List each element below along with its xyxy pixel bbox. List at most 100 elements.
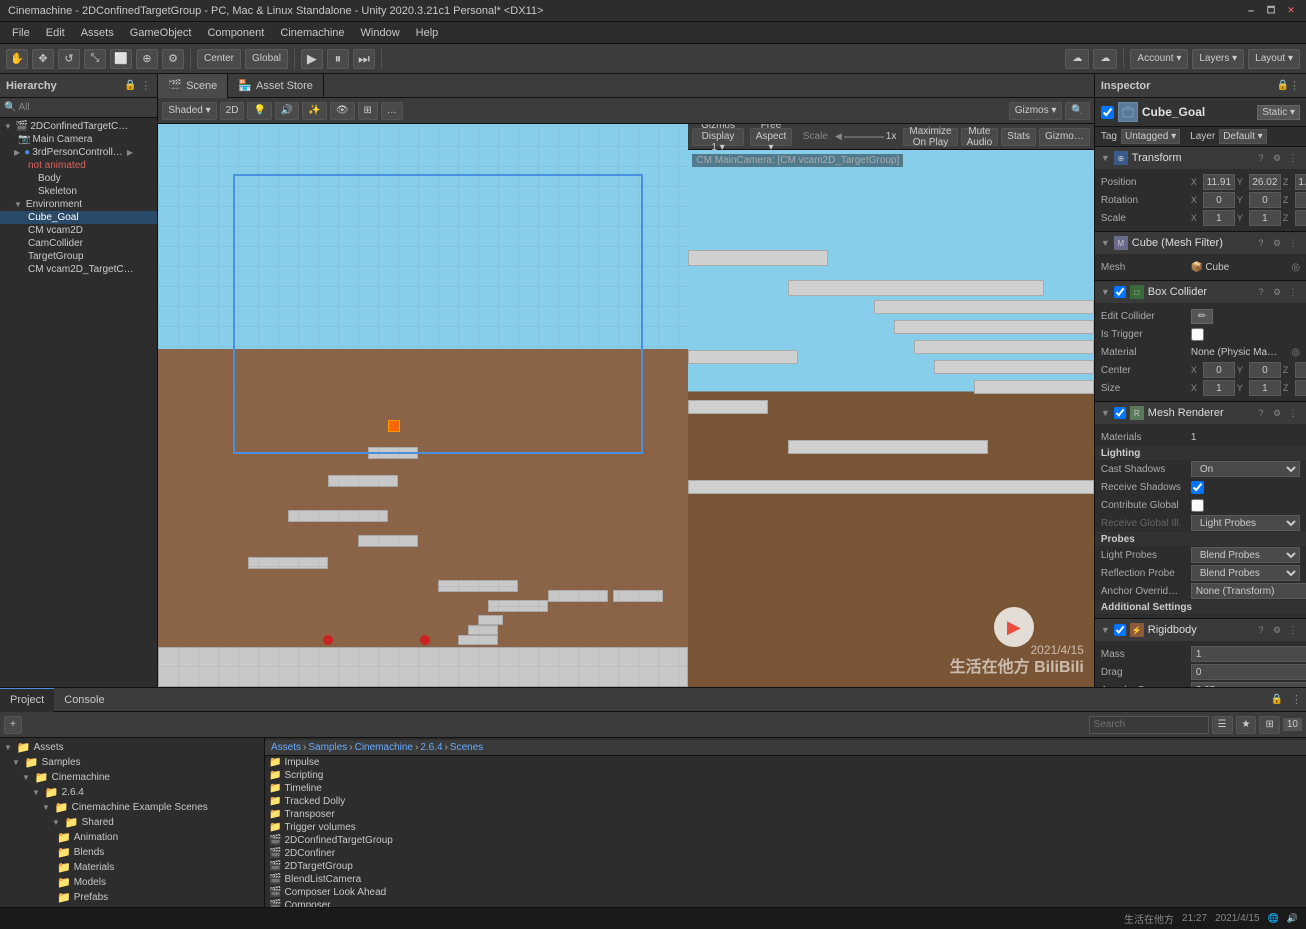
hierarchy-item-environment[interactable]: ▼ Environment	[0, 198, 157, 211]
menu-file[interactable]: File	[4, 22, 38, 44]
hand-tool[interactable]: ✋	[6, 49, 28, 69]
asset-scripts[interactable]: 📁 Scripts	[0, 905, 264, 907]
rigidbody-settings[interactable]: ⚙	[1270, 623, 1284, 637]
box-collider-checkbox[interactable]	[1114, 286, 1126, 298]
file-blend-list-camera[interactable]: 🎬 BlendListCamera	[265, 873, 1306, 886]
mass-input[interactable]	[1191, 646, 1306, 662]
rot-x-input[interactable]	[1203, 192, 1235, 208]
asset-materials[interactable]: 📁 Materials	[0, 860, 264, 875]
transform-more-btn[interactable]: ⋮	[1286, 151, 1300, 165]
rigidbody-help[interactable]: ?	[1254, 623, 1268, 637]
gizmos-game-btn[interactable]: Gizmo…	[1039, 128, 1090, 146]
hierarchy-item-cubegoal[interactable]: Cube_Goal	[0, 211, 157, 224]
scene-fx-btn[interactable]: ✨	[302, 102, 326, 120]
shaded-dropdown[interactable]: Shaded ▾	[162, 102, 216, 120]
hierarchy-item-3rdperson[interactable]: ▶ ● 3rdPersonControll… ▶	[0, 146, 157, 159]
step-button[interactable]: ⏭	[353, 49, 375, 69]
asset-blends[interactable]: 📁 Blends	[0, 845, 264, 860]
breadcrumb-cinemachine[interactable]: Cinemachine	[355, 742, 413, 753]
pos-z-input[interactable]	[1295, 174, 1306, 190]
mesh-pick-btn[interactable]: ◎	[1291, 262, 1300, 273]
stats-btn[interactable]: Stats	[1001, 128, 1036, 146]
mesh-filter-settings[interactable]: ⚙	[1270, 236, 1284, 250]
asset-models[interactable]: 📁 Models	[0, 875, 264, 890]
file-tracked-dolly[interactable]: 📁 Tracked Dolly	[265, 795, 1306, 808]
file-2dconfined-target-group[interactable]: 🎬 2DConfinedTargetGroup	[265, 834, 1306, 847]
play-button[interactable]: ▶	[301, 49, 323, 69]
center-button[interactable]: Center	[197, 49, 241, 69]
cast-shadows-dropdown[interactable]: OnOffTwo Sided	[1191, 461, 1300, 477]
rot-y-input[interactable]	[1249, 192, 1281, 208]
rigidbody-more[interactable]: ⋮	[1286, 623, 1300, 637]
hierarchy-item-camcollider[interactable]: CamCollider	[0, 237, 157, 250]
cloud-button[interactable]: ☁	[1093, 49, 1117, 69]
menu-cinemachine[interactable]: Cinemachine	[272, 22, 352, 44]
receive-global-dropdown[interactable]: Light Probes	[1191, 515, 1300, 531]
asset-cinemachine[interactable]: ▼ 📁 Cinemachine	[0, 770, 264, 785]
scene-hidden-btn[interactable]: 👁	[330, 102, 355, 120]
file-impulse[interactable]: 📁 Impulse	[265, 756, 1306, 769]
search-save-btn[interactable]: ⊞	[1259, 716, 1279, 734]
file-scripting[interactable]: 📁 Scripting	[265, 769, 1306, 782]
pos-x-input[interactable]	[1203, 174, 1235, 190]
custom-tool[interactable]: ⚙	[162, 49, 184, 69]
account-button[interactable]: Account ▾	[1130, 49, 1188, 69]
hierarchy-item-cmvcam2d[interactable]: CM vcam2D	[0, 224, 157, 237]
collab-button[interactable]: ☁	[1065, 49, 1089, 69]
search-input[interactable]	[1089, 716, 1209, 734]
close-button[interactable]: ✕	[1284, 4, 1298, 18]
layout-button[interactable]: Layout ▾	[1248, 49, 1300, 69]
video-play-icon[interactable]: ▶	[994, 607, 1034, 647]
angular-drag-input[interactable]	[1191, 682, 1306, 687]
box-collider-more[interactable]: ⋮	[1286, 285, 1300, 299]
cx-input[interactable]	[1203, 362, 1235, 378]
rot-z-input[interactable]	[1295, 192, 1306, 208]
file-transposer[interactable]: 📁 Transposer	[265, 808, 1306, 821]
hierarchy-item-targetgroup[interactable]: TargetGroup	[0, 250, 157, 263]
global-button[interactable]: Global	[245, 49, 288, 69]
sx-input[interactable]	[1203, 380, 1235, 396]
file-composer-look-ahead[interactable]: 🎬 Composer Look Ahead	[265, 886, 1306, 899]
scene-grid-btn[interactable]: ⊞	[358, 102, 378, 120]
tab-asset-store[interactable]: 🏪 Asset Store	[228, 74, 324, 98]
pause-button[interactable]: ⏸	[327, 49, 349, 69]
volume-icon[interactable]: 🔊	[1287, 913, 1298, 924]
maximize-button[interactable]: 🗖	[1264, 4, 1278, 18]
menu-component[interactable]: Component	[199, 22, 272, 44]
panel-more-icon[interactable]: ⋮	[1287, 693, 1306, 706]
hierarchy-item-skeleton[interactable]: Skeleton	[0, 185, 157, 198]
mesh-renderer-settings[interactable]: ⚙	[1270, 406, 1284, 420]
transform-tool[interactable]: ⊕	[136, 49, 158, 69]
box-collider-header[interactable]: ▼ □ Box Collider ? ⚙ ⋮	[1095, 281, 1306, 303]
file-composer[interactable]: 🎬 Composer	[265, 899, 1306, 907]
transform-header[interactable]: ▼ ⊕ Transform ? ⚙ ⋮	[1095, 147, 1306, 169]
rect-tool[interactable]: ⬜	[110, 49, 132, 69]
scale-tool[interactable]: ⤡	[84, 49, 106, 69]
sc-y-input[interactable]	[1249, 210, 1281, 226]
pos-y-input[interactable]	[1249, 174, 1281, 190]
add-asset-btn[interactable]: +	[4, 716, 22, 734]
2d-button[interactable]: 2D	[220, 102, 245, 120]
search-filter-btn[interactable]: ★	[1236, 716, 1257, 734]
menu-edit[interactable]: Edit	[38, 22, 73, 44]
sc-x-input[interactable]	[1203, 210, 1235, 226]
asset-shared[interactable]: ▼ 📁 Shared	[0, 815, 264, 830]
asset-prefabs[interactable]: 📁 Prefabs	[0, 890, 264, 905]
mesh-renderer-help[interactable]: ?	[1254, 406, 1268, 420]
hierarchy-item-body[interactable]: Body	[0, 172, 157, 185]
hierarchy-item-notanimated[interactable]: not animated	[0, 159, 157, 172]
breadcrumb-assets[interactable]: Assets	[271, 742, 301, 753]
scene-more-btn[interactable]: …	[381, 102, 403, 120]
transform-help-btn[interactable]: ?	[1254, 151, 1268, 165]
mesh-renderer-header[interactable]: ▼ R Mesh Renderer ? ⚙ ⋮	[1095, 402, 1306, 424]
inspector-more-icon[interactable]: ⋮	[1289, 79, 1300, 92]
scene-audio-btn[interactable]: 🔊	[275, 102, 299, 120]
search-btn[interactable]: 🔍	[1065, 102, 1089, 120]
reflection-probe-dropdown[interactable]: Blend Probes	[1191, 565, 1300, 581]
tab-project[interactable]: Project	[0, 688, 54, 712]
rigidbody-checkbox[interactable]	[1114, 624, 1126, 636]
sz-input[interactable]	[1295, 380, 1306, 396]
asset-root[interactable]: ▼ 📁 Assets	[0, 740, 264, 755]
game-aspect-btn[interactable]: Free Aspect ▾	[750, 128, 793, 146]
layers-button[interactable]: Layers ▾	[1192, 49, 1244, 69]
